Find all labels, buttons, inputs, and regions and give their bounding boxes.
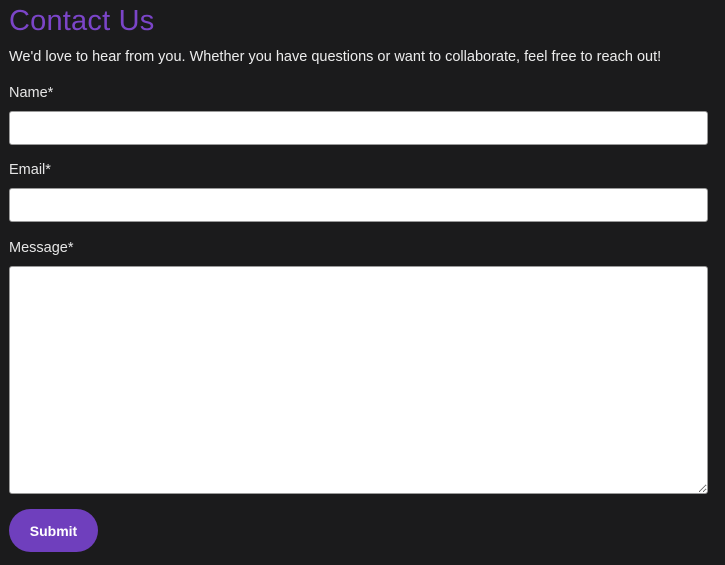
- message-textarea[interactable]: [9, 266, 708, 494]
- submit-button[interactable]: Submit: [9, 509, 98, 552]
- intro-text: We'd love to hear from you. Whether you …: [9, 49, 662, 65]
- email-input[interactable]: [9, 188, 708, 222]
- message-label: Message*: [9, 240, 74, 256]
- email-label: Email*: [9, 162, 51, 178]
- name-input[interactable]: [9, 111, 708, 145]
- contact-page: Contact Us We'd love to hear from you. W…: [0, 0, 725, 565]
- name-label: Name*: [9, 85, 54, 101]
- page-title: Contact Us: [9, 5, 155, 37]
